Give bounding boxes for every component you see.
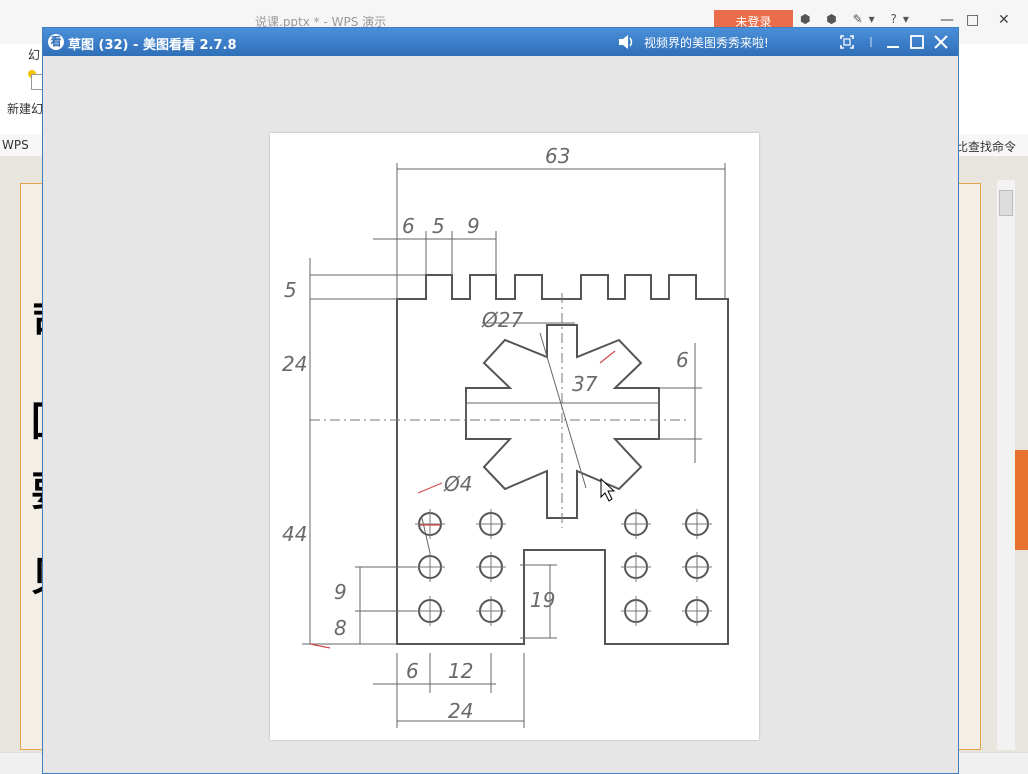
dim-44-left: 44 (282, 522, 307, 546)
maximize-icon[interactable] (907, 32, 927, 52)
ribbon-tab-slides[interactable]: 幻 (28, 46, 40, 63)
dim-phi27: Ø27 (481, 308, 523, 332)
dim-19: 19 (530, 588, 555, 612)
slide-thumbnail-left[interactable]: 司 回 要 贝 (20, 183, 71, 750)
displayed-image[interactable]: 63 6 5 9 5 24 44 9 8 Ø27 37 6 Ø4 19 6 12… (270, 133, 759, 740)
dim-24-left: 24 (282, 352, 307, 376)
dim-24-bottom: 24 (448, 699, 473, 723)
vertical-scrollbar[interactable] (997, 180, 1015, 750)
dim-5-top: 5 (432, 214, 445, 238)
wps-tab-label[interactable]: WPS (2, 138, 29, 152)
viewer-title-bar[interactable]: 看 草图 (32) - 美图看看 2.7.8 视频界的美图秀秀来啦! (43, 28, 958, 56)
image-canvas[interactable]: 63 6 5 9 5 24 44 9 8 Ø27 37 6 Ø4 19 6 12… (44, 56, 957, 773)
separator-icon (870, 37, 872, 47)
dim-6-top: 6 (402, 214, 415, 238)
new-slide-button[interactable]: 新建幻 (7, 100, 43, 117)
promo-link[interactable]: 视频界的美图秀秀来啦! (644, 34, 769, 51)
minimize-icon[interactable]: — (940, 12, 954, 28)
dim-6-right: 6 (676, 348, 689, 372)
image-viewer-window: 看 草图 (32) - 美图看看 2.7.8 视频界的美图秀秀来啦! 63 6 … (42, 27, 959, 774)
viewer-logo-icon: 看 (48, 34, 64, 50)
wps-toolbar-icons[interactable]: ⬢ ⬢ ✎▾ ?▾ (800, 12, 915, 26)
dim-6-bottom: 6 (406, 659, 419, 683)
maximize-icon[interactable]: □ (966, 12, 979, 28)
mouse-cursor-icon (600, 477, 616, 502)
minimize-icon[interactable] (883, 32, 903, 52)
viewer-window-title: 草图 (32) - 美图看看 2.7.8 (68, 38, 237, 53)
command-search[interactable]: 比查找命令 (956, 138, 1016, 155)
dim-12-bottom: 12 (448, 659, 473, 683)
dim-63: 63 (545, 144, 570, 168)
scrollbar-thumb[interactable] (999, 190, 1013, 216)
fullscreen-icon[interactable] (837, 32, 857, 52)
dim-8-left: 8 (334, 616, 347, 640)
side-accent-tab[interactable] (1015, 450, 1028, 550)
dim-9-left: 9 (334, 580, 347, 604)
dim-phi4: Ø4 (443, 472, 472, 496)
technical-drawing: 63 6 5 9 5 24 44 9 8 Ø27 37 6 Ø4 19 6 12… (282, 144, 729, 728)
close-icon[interactable] (931, 32, 951, 52)
slide-thumbnail-right[interactable] (958, 183, 981, 750)
dim-5-left: 5 (284, 278, 297, 302)
close-icon[interactable]: ✕ (998, 12, 1010, 28)
dim-37: 37 (572, 372, 598, 396)
speaker-icon[interactable] (617, 33, 635, 51)
dim-9-top: 9 (467, 214, 480, 238)
